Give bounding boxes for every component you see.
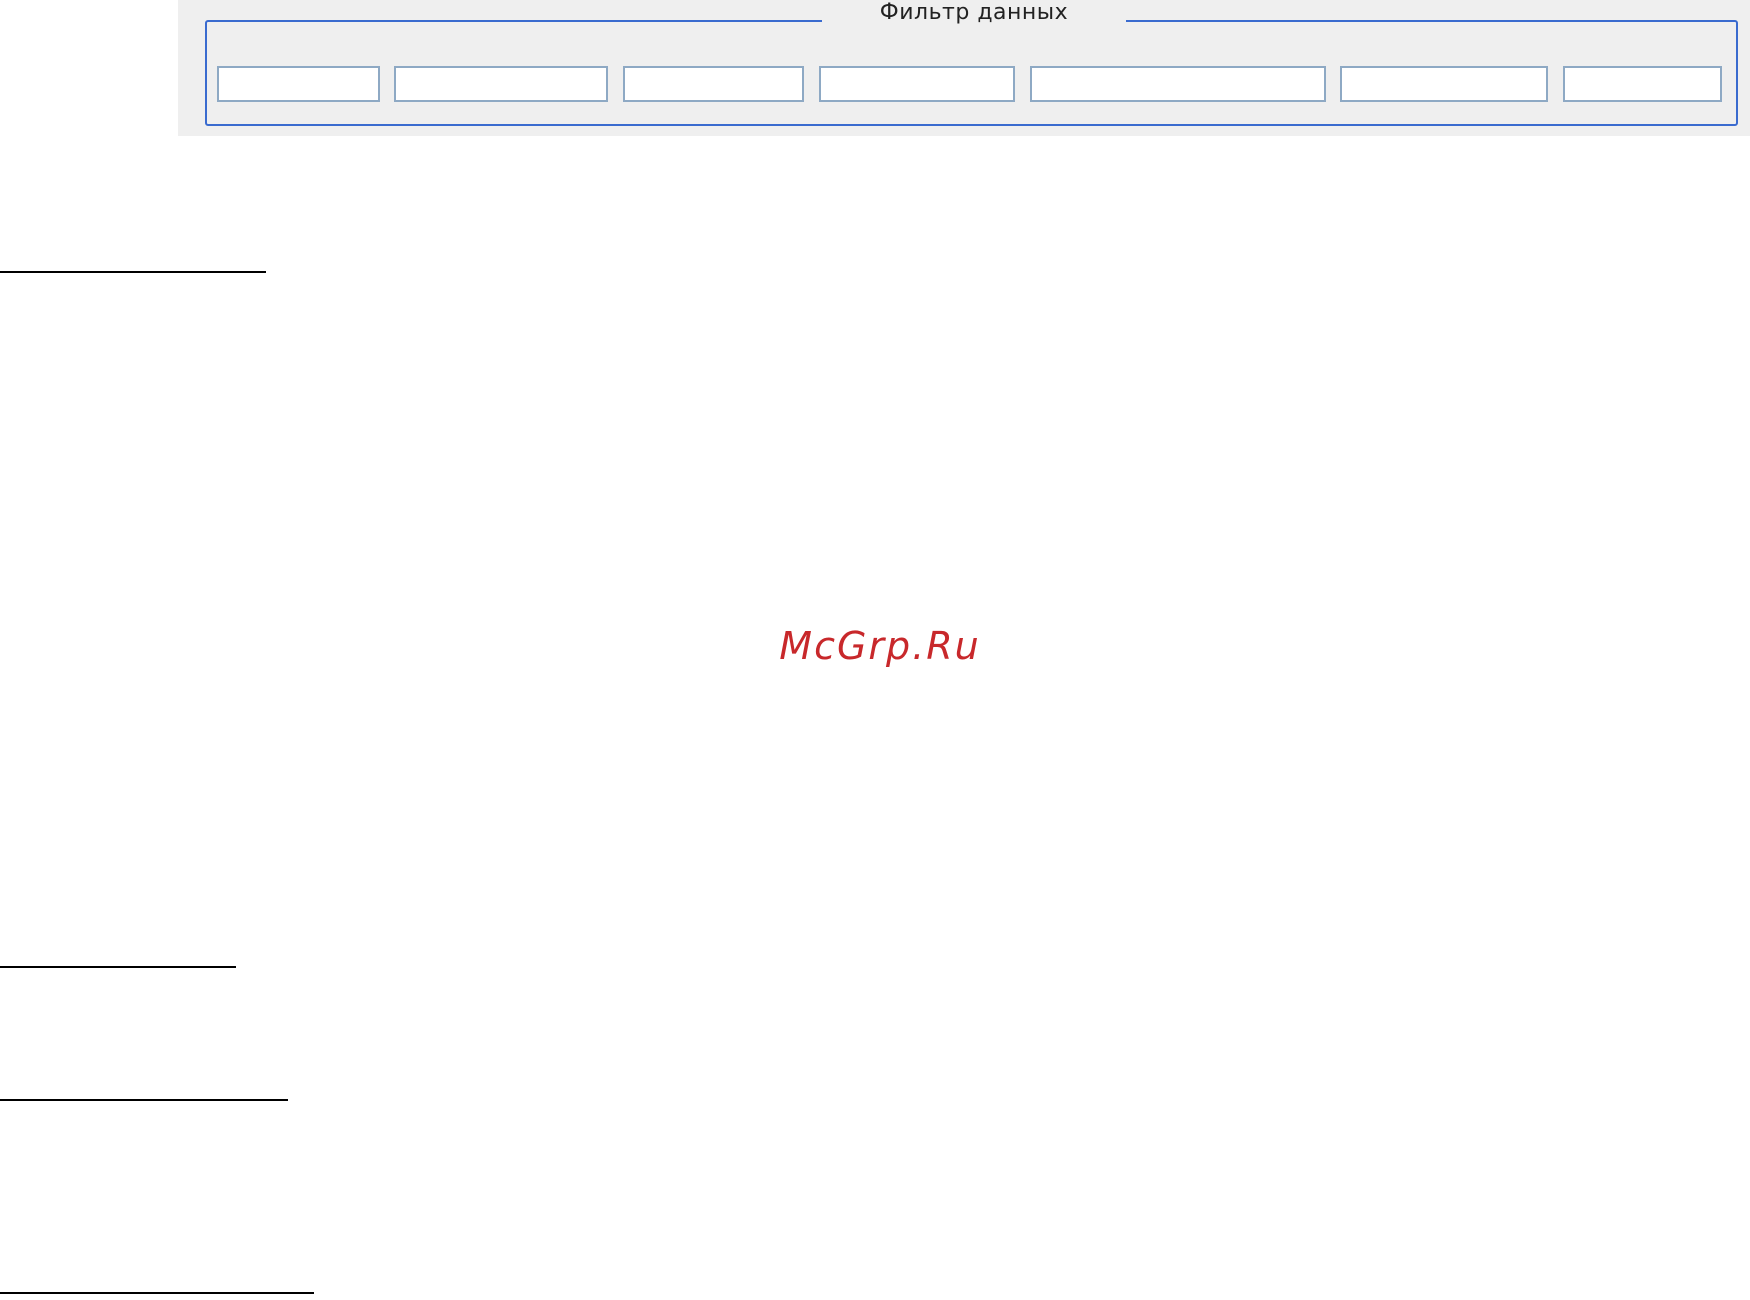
filter-field-7[interactable] bbox=[1563, 66, 1722, 102]
filter-field-6[interactable] bbox=[1340, 66, 1548, 102]
filter-field-5[interactable] bbox=[1030, 66, 1326, 102]
horizontal-rule bbox=[0, 1099, 288, 1101]
filter-field-4[interactable] bbox=[819, 66, 1015, 102]
horizontal-rule bbox=[0, 1292, 314, 1294]
watermark-text: McGrp.Ru bbox=[779, 624, 981, 668]
horizontal-rule bbox=[0, 966, 236, 968]
filter-field-1[interactable] bbox=[217, 66, 380, 102]
filter-legend: Фильтр данных bbox=[822, 0, 1126, 26]
filter-field-3[interactable] bbox=[623, 66, 804, 102]
filter-field-2[interactable] bbox=[394, 66, 608, 102]
horizontal-rule bbox=[0, 271, 266, 273]
